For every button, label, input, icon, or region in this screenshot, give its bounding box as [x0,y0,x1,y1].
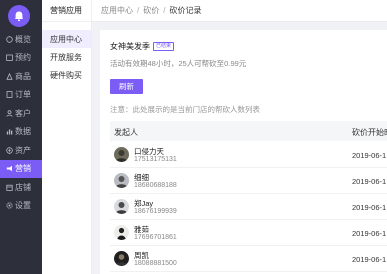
activity-description: 活动有效期48小时，25人可帮砍至0.99元 [110,59,247,68]
column-header-initiator: 发起人 [114,128,138,137]
breadcrumb: 应用中心 / 砍价 / 砍价记录 [92,0,387,22]
sidebar-item-label: 商品 [15,71,31,81]
marketing-icon [6,165,13,172]
calendar-icon [6,54,13,62]
submenu-item-hardware[interactable]: 硬件购买 [42,66,91,84]
initiator-phone: 18680688188 [134,182,177,189]
start-time: 2019-06-1 [352,177,387,186]
status-badge: 已结束 [153,42,175,51]
table-row[interactable]: 细细 18680688188 2019-06-1 [110,168,387,194]
activity-title-row: 女神美发季 已结束 [110,41,175,52]
sidebar-item-label: 预约 [15,53,31,63]
data-chart-icon [6,128,13,135]
start-time: 2019-06-1 [352,229,387,238]
sidebar-item-label: 店铺 [15,182,31,192]
app-logo-icon[interactable] [8,5,30,27]
start-time: 2019-06-1 [352,255,387,264]
breadcrumb-separator: / [163,6,166,15]
table-row[interactable]: 雅茹 17696701861 2019-06-1 [110,220,387,246]
sidebar-item-label: 概览 [15,34,31,44]
submenu-title: 营销应用 [42,0,91,22]
order-icon [6,91,13,99]
sidebar-item-label: 订单 [15,90,31,100]
sidebar-item-label: 客户 [15,108,31,118]
table-row[interactable]: 口侵力天 17513175131 2019-06-1 [110,142,387,168]
submenu-item-app-center[interactable]: 应用中心 [42,30,91,48]
goods-icon [6,72,13,80]
table-body: 口侵力天 17513175131 2019-06-1 细细 1868068818… [110,142,387,272]
start-time: 2019-06-1 [352,203,387,212]
sidebar-item-assets[interactable]: 资产 [0,141,42,160]
main-sidebar: 概览 预约 商品 订单 客户 数据 资产 营销 店铺 设置 [0,0,42,274]
overview-icon [6,36,13,43]
breadcrumb-app-center[interactable]: 应用中心 [101,5,133,16]
sidebar-item-goods[interactable]: 商品 [0,67,42,86]
activity-title: 女神美发季 [110,42,150,51]
sidebar-item-label: 资产 [15,145,31,155]
initiator-phone: 18676199939 [134,208,177,215]
breadcrumb-current: 砍价记录 [169,6,202,15]
refresh-button[interactable]: 刷新 [110,79,143,94]
sidebar-item-overview[interactable]: 概览 [0,30,42,49]
initiator-phone: 18088881500 [134,260,177,267]
initiator-phone: 17513175131 [134,156,177,163]
notice-text: 注意：此处展示的是当前门店的帮砍人数列表 [110,105,260,114]
column-header-start-time: 砍价开始时 [352,128,387,137]
initiator-phone: 17696701861 [134,234,177,241]
table-row[interactable]: 周凯 18088881500 2019-06-1 [110,246,387,272]
start-time: 2019-06-1 [352,151,387,160]
sidebar-item-settings[interactable]: 设置 [0,197,42,216]
avatar [114,173,129,188]
secondary-menu: 营销应用 应用中心 开放服务 硬件购买 [42,0,92,274]
avatar [114,251,129,266]
sidebar-item-customers[interactable]: 客户 [0,104,42,123]
settings-icon [6,202,13,209]
breadcrumb-bargain[interactable]: 砍价 [143,5,159,16]
avatar [114,147,129,162]
avatar [114,225,129,240]
sidebar-item-label: 数据 [15,127,31,137]
customer-icon [6,110,13,117]
avatar [114,199,129,214]
sidebar-item-store[interactable]: 店铺 [0,178,42,197]
sidebar-item-label: 营销 [15,164,31,174]
main-content: 女神美发季 已结束 活动有效期48小时，25人可帮砍至0.99元 刷新 注意：此… [100,30,387,274]
table-row[interactable]: 郑Jay 18676199939 2019-06-1 [110,194,387,220]
table-header: 发起人 砍价开始时 [110,121,387,141]
sidebar-item-appointment[interactable]: 预约 [0,49,42,68]
sidebar-item-label: 设置 [15,201,31,211]
sidebar-item-marketing[interactable]: 营销 [0,159,42,178]
breadcrumb-separator: / [137,6,140,15]
sidebar-item-data[interactable]: 数据 [0,123,42,142]
store-icon [6,184,13,191]
sidebar-item-orders[interactable]: 订单 [0,86,42,105]
asset-icon [6,147,13,154]
submenu-item-open-service[interactable]: 开放服务 [42,48,91,66]
